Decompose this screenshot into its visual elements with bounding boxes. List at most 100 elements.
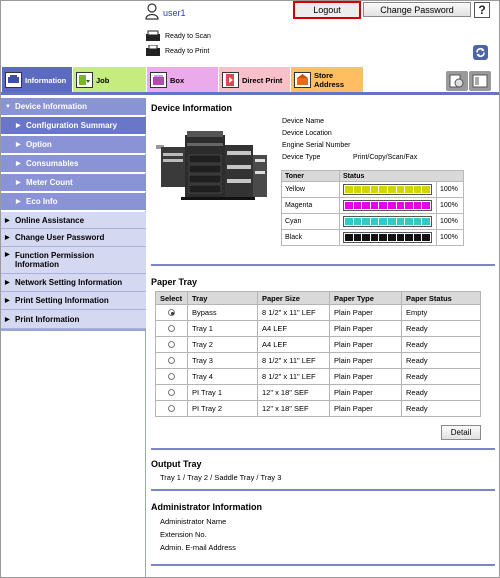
tray-name: Tray 3 <box>187 352 258 369</box>
paper-status: Ready <box>401 368 481 385</box>
sidebar-item-online-assistance[interactable]: ▶ Online Assistance <box>1 212 146 229</box>
tray-name: Tray 1 <box>187 320 258 337</box>
tray-radio[interactable] <box>168 373 175 380</box>
sidebar-divider <box>1 329 146 331</box>
information-icon <box>5 72 22 88</box>
paper-status: Ready <box>401 320 481 337</box>
sidebar: ▼ Device Information ▶ Configuration Sum… <box>1 98 146 577</box>
sidebar-item-print-setting[interactable]: ▶ Print Setting Information <box>1 292 146 310</box>
device-name-label: Device Name <box>282 118 325 125</box>
toner-percent: 100% <box>436 197 464 214</box>
device-type-label: Device Type <box>282 154 321 161</box>
mfp-panel-icon[interactable] <box>446 71 468 91</box>
refresh-icon[interactable] <box>473 45 488 60</box>
tray-header: Tray <box>187 291 258 305</box>
tray-radio[interactable] <box>168 309 175 316</box>
paper-status: Ready <box>401 400 481 417</box>
table-row: Tray 2 A4 LEF Plain Paper Ready <box>155 336 481 353</box>
tab-underline <box>1 92 499 95</box>
main-tabs: Information Job Box Direct Print Store A… <box>1 67 499 93</box>
sidebar-item-option[interactable]: ▶ Option <box>1 136 146 154</box>
scanner-icon <box>145 30 161 42</box>
tray-name: Bypass <box>187 304 258 321</box>
sidebar-item-function-permission[interactable]: ▶ Function Permission Information <box>1 247 146 274</box>
print-status: Ready to Print <box>145 45 209 57</box>
sidebar-item-label: Change User Password <box>15 233 105 242</box>
sidebar-item-network-setting[interactable]: ▶ Network Setting Information <box>1 274 146 292</box>
printer-icon <box>145 45 161 57</box>
paper-status: Ready <box>401 352 481 369</box>
output-tray-heading: Output Tray <box>151 459 202 469</box>
user-icon <box>145 3 159 20</box>
toner-name: Black <box>281 229 340 246</box>
detail-button[interactable]: Detail <box>441 425 481 440</box>
sidebar-item-meter-count[interactable]: ▶ Meter Count <box>1 174 146 192</box>
sidebar-item-label: Eco Info <box>26 197 58 206</box>
tray-radio[interactable] <box>168 341 175 348</box>
tray-radio[interactable] <box>168 325 175 332</box>
tab-direct-print[interactable]: Direct Print <box>219 67 290 93</box>
tray-radio[interactable] <box>168 389 175 396</box>
admin-name-label: Administrator Name <box>160 517 227 526</box>
paper-size: 12" x 18" SEF <box>257 384 330 401</box>
paper-type: Plain Paper <box>329 400 402 417</box>
table-row: Tray 38 1/2" x 11" LEF Plain Paper Ready <box>155 352 481 369</box>
paper-size: 8 1/2" x 11" LEF <box>257 352 330 369</box>
toner-table: Toner Status Yellow 100% Magenta 100% Cy… <box>281 170 464 246</box>
change-password-button[interactable]: Change Password <box>363 2 471 17</box>
tab-box[interactable]: Box <box>147 67 218 93</box>
paper-type-header: Paper Type <box>329 291 402 305</box>
sidebar-item-label: Function Permission Information <box>15 251 95 269</box>
paper-type: Plain Paper <box>329 336 402 353</box>
tray-radio[interactable] <box>168 357 175 364</box>
table-row: Tray 1 A4 LEF Plain Paper Ready <box>155 320 481 337</box>
toner-percent: 100% <box>436 213 464 230</box>
sidebar-item-print-information[interactable]: ▶ Print Information <box>1 310 146 329</box>
sidebar-item-label: Consumables <box>26 159 79 168</box>
scan-status-text: Ready to Scan <box>165 32 211 40</box>
toner-row: Magenta 100% <box>281 197 464 214</box>
tray-name: PI Tray 1 <box>187 384 258 401</box>
section-divider <box>151 448 495 450</box>
section-divider <box>151 564 495 566</box>
tab-job[interactable]: Job <box>73 67 146 93</box>
paper-tray-heading: Paper Tray <box>151 277 198 287</box>
toner-percent: 100% <box>436 229 464 246</box>
arrow-right-icon: ▶ <box>5 298 10 304</box>
tray-radio[interactable] <box>168 405 175 412</box>
arrow-right-icon: ▶ <box>5 280 10 286</box>
device-location-label: Device Location <box>282 130 332 137</box>
device-type-value: Print/Copy/Scan/Fax <box>353 154 418 161</box>
paper-type: Plain Paper <box>329 304 402 321</box>
select-header: Select <box>155 291 188 305</box>
paper-size: 8 1/2" x 11" LEF <box>257 304 330 321</box>
help-button[interactable]: ? <box>474 2 490 18</box>
sidebar-item-eco-info[interactable]: ▶ Eco Info <box>1 193 146 211</box>
arrow-right-icon: ▶ <box>5 235 10 241</box>
store-address-icon <box>294 72 311 88</box>
sidebar-item-change-user-password[interactable]: ▶ Change User Password <box>1 229 146 247</box>
expand-arrow-icon: ▼ <box>5 103 11 110</box>
tab-store-address[interactable]: Store Address <box>291 67 363 93</box>
paper-type: Plain Paper <box>329 384 402 401</box>
paper-status: Ready <box>401 336 481 353</box>
toner-level-bar-cyan <box>343 216 432 227</box>
tab-job-label: Job <box>96 75 110 85</box>
tray-name: PI Tray 2 <box>187 400 258 417</box>
toner-row: Black 100% <box>281 229 464 246</box>
table-row: Tray 48 1/2" x 11" LEF Plain Paper Ready <box>155 368 481 385</box>
sidebar-item-consumables[interactable]: ▶ Consumables <box>1 155 146 173</box>
layout-switch-icon[interactable] <box>469 71 491 91</box>
sidebar-item-label: Online Assistance <box>15 215 85 225</box>
tab-box-label: Box <box>170 75 185 85</box>
tab-store-address-label: Store Address <box>314 71 345 89</box>
sidebar-item-configuration-summary[interactable]: ▶ Configuration Summary <box>1 117 146 135</box>
sidebar-item-label: Network Setting Information <box>15 278 123 287</box>
tab-information[interactable]: Information <box>2 67 72 93</box>
sidebar-item-device-information[interactable]: ▼ Device Information <box>1 98 146 116</box>
toner-header: Toner <box>281 170 340 182</box>
paper-type: Plain Paper <box>329 368 402 385</box>
tray-name: Tray 2 <box>187 336 258 353</box>
logout-button[interactable]: Logout <box>293 1 361 19</box>
arrow-right-icon: ▶ <box>16 142 21 148</box>
